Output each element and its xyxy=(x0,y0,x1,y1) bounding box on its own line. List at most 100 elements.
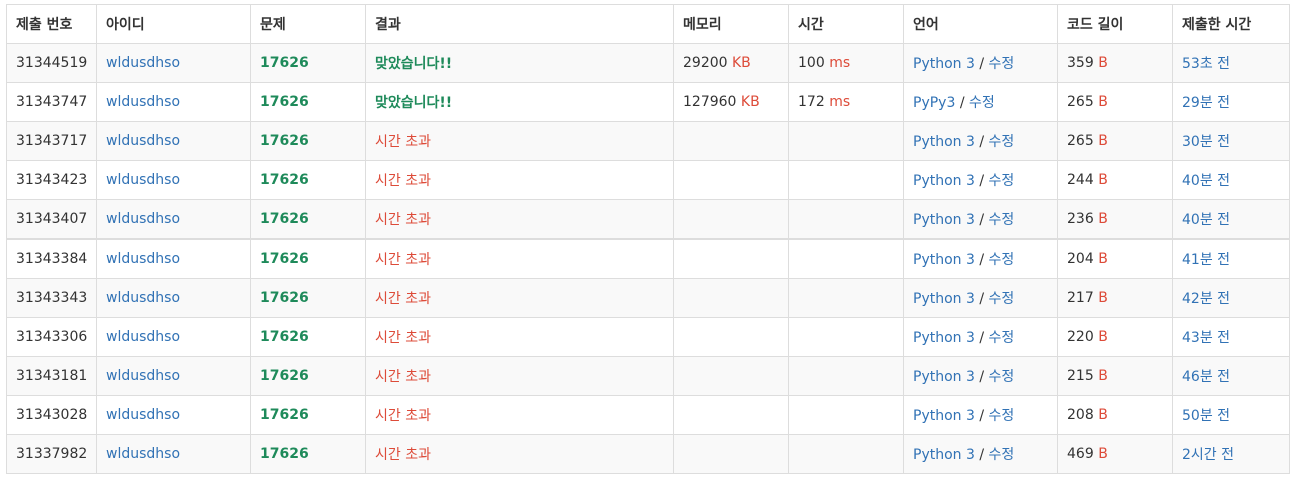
header-submission-id: 제출 번호 xyxy=(6,4,97,44)
header-language: 언어 xyxy=(903,4,1058,44)
language-link[interactable]: PyPy3 xyxy=(913,95,955,111)
language-cell: Python 3 / 수정 xyxy=(903,199,1058,240)
language-cell: Python 3 / 수정 xyxy=(903,434,1058,474)
user-link[interactable]: wldusdhso xyxy=(106,407,180,423)
result-text: 시간 초과 xyxy=(375,447,431,463)
user-link[interactable]: wldusdhso xyxy=(106,94,180,110)
submitted-at-link[interactable]: 50분 전 xyxy=(1182,408,1230,424)
submitted-at-link[interactable]: 46분 전 xyxy=(1182,369,1230,385)
user-link[interactable]: wldusdhso xyxy=(106,368,180,384)
time-unit: ms xyxy=(829,94,851,110)
problem-cell: 17626 xyxy=(250,160,366,200)
edit-link[interactable]: 수정 xyxy=(989,369,1015,385)
problem-link[interactable]: 17626 xyxy=(260,407,309,423)
language-link[interactable]: Python 3 xyxy=(913,447,975,463)
language-separator: / xyxy=(979,447,985,463)
edit-link[interactable]: 수정 xyxy=(989,173,1015,189)
submitted-at-link[interactable]: 2시간 전 xyxy=(1182,447,1234,463)
submitted-at-link[interactable]: 30분 전 xyxy=(1182,134,1230,150)
user-link[interactable]: wldusdhso xyxy=(106,55,180,71)
submitted-at-link[interactable]: 43분 전 xyxy=(1182,330,1230,346)
language-cell: Python 3 / 수정 xyxy=(903,317,1058,357)
code-length-unit: B xyxy=(1098,446,1108,462)
language-link[interactable]: Python 3 xyxy=(913,173,975,189)
table-row: 31343384 wldusdhso 17626 시간 초과 Python 3 / 수정… xyxy=(6,238,1290,279)
submitted-at-link[interactable]: 29분 전 xyxy=(1182,95,1230,111)
language-link[interactable]: Python 3 xyxy=(913,212,975,228)
submission-id: 31343717 xyxy=(16,133,88,149)
submitted-at-link[interactable]: 42분 전 xyxy=(1182,291,1230,307)
user-link[interactable]: wldusdhso xyxy=(106,290,180,306)
table-body: 31344519 wldusdhso 17626 맞았습니다!! 29200 KB 100… xyxy=(6,43,1290,474)
code-length-cell: 204 B xyxy=(1057,238,1173,279)
code-length-value: 265 xyxy=(1067,94,1094,110)
language-cell: Python 3 / 수정 xyxy=(903,121,1058,161)
result-cell: 맞았습니다!! xyxy=(365,82,674,122)
problem-link[interactable]: 17626 xyxy=(260,211,309,227)
user-link[interactable]: wldusdhso xyxy=(106,446,180,462)
edit-link[interactable]: 수정 xyxy=(989,56,1015,72)
edit-link[interactable]: 수정 xyxy=(989,408,1015,424)
submitted-at-link[interactable]: 41분 전 xyxy=(1182,252,1230,268)
code-length-cell: 215 B xyxy=(1057,356,1173,396)
problem-link[interactable]: 17626 xyxy=(260,368,309,384)
problem-cell: 17626 xyxy=(250,121,366,161)
edit-link[interactable]: 수정 xyxy=(969,95,995,111)
edit-link[interactable]: 수정 xyxy=(989,134,1015,150)
problem-link[interactable]: 17626 xyxy=(260,251,309,267)
submitted-at-link[interactable]: 40분 전 xyxy=(1182,212,1230,228)
language-separator: / xyxy=(979,173,985,189)
problem-cell: 17626 xyxy=(250,82,366,122)
language-link[interactable]: Python 3 xyxy=(913,408,975,424)
problem-cell: 17626 xyxy=(250,395,366,435)
user-link[interactable]: wldusdhso xyxy=(106,251,180,267)
problem-cell: 17626 xyxy=(250,356,366,396)
language-link[interactable]: Python 3 xyxy=(913,252,975,268)
result-cell: 시간 초과 xyxy=(365,238,674,279)
language-link[interactable]: Python 3 xyxy=(913,291,975,307)
code-length-value: 215 xyxy=(1067,368,1094,384)
user-link[interactable]: wldusdhso xyxy=(106,172,180,188)
table-row: 31343423 wldusdhso 17626 시간 초과 Python 3 / 수정… xyxy=(6,160,1290,200)
user-cell: wldusdhso xyxy=(96,121,251,161)
time-cell xyxy=(788,121,904,161)
user-link[interactable]: wldusdhso xyxy=(106,329,180,345)
edit-link[interactable]: 수정 xyxy=(989,291,1015,307)
code-length-value: 359 xyxy=(1067,55,1094,71)
problem-link[interactable]: 17626 xyxy=(260,94,309,110)
result-text: 맞았습니다!! xyxy=(375,56,453,72)
result-cell: 시간 초과 xyxy=(365,199,674,240)
problem-link[interactable]: 17626 xyxy=(260,172,309,188)
language-link[interactable]: Python 3 xyxy=(913,330,975,346)
submitted-at-link[interactable]: 53초 전 xyxy=(1182,56,1230,72)
problem-link[interactable]: 17626 xyxy=(260,55,309,71)
edit-link[interactable]: 수정 xyxy=(989,447,1015,463)
language-link[interactable]: Python 3 xyxy=(913,134,975,150)
submission-id-cell: 31343747 xyxy=(6,82,97,122)
language-link[interactable]: Python 3 xyxy=(913,369,975,385)
problem-cell: 17626 xyxy=(250,43,366,83)
submission-id: 31343343 xyxy=(16,290,88,306)
submission-id-cell: 31343407 xyxy=(6,199,97,240)
code-length-unit: B xyxy=(1098,172,1108,188)
code-length-cell: 244 B xyxy=(1057,160,1173,200)
submitted-at-link[interactable]: 40분 전 xyxy=(1182,173,1230,189)
problem-link[interactable]: 17626 xyxy=(260,446,309,462)
user-cell: wldusdhso xyxy=(96,43,251,83)
user-link[interactable]: wldusdhso xyxy=(106,133,180,149)
time-cell xyxy=(788,278,904,318)
problem-link[interactable]: 17626 xyxy=(260,290,309,306)
code-length-cell: 359 B xyxy=(1057,43,1173,83)
result-cell: 시간 초과 xyxy=(365,121,674,161)
language-link[interactable]: Python 3 xyxy=(913,56,975,72)
language-separator: / xyxy=(979,291,985,307)
problem-link[interactable]: 17626 xyxy=(260,133,309,149)
submitted-at-cell: 29분 전 xyxy=(1172,82,1290,122)
problem-link[interactable]: 17626 xyxy=(260,329,309,345)
user-link[interactable]: wldusdhso xyxy=(106,211,180,227)
memory-cell xyxy=(673,160,789,200)
edit-link[interactable]: 수정 xyxy=(989,330,1015,346)
edit-link[interactable]: 수정 xyxy=(989,252,1015,268)
code-length-unit: B xyxy=(1098,133,1108,149)
edit-link[interactable]: 수정 xyxy=(989,212,1015,228)
